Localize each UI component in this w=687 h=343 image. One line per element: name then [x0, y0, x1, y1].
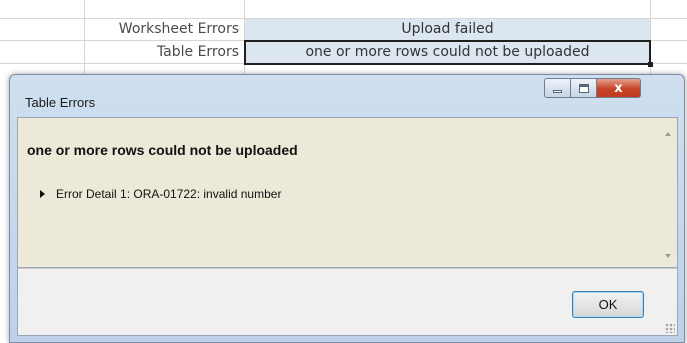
- resize-grip-icon[interactable]: [665, 323, 675, 333]
- vertical-scrollbar[interactable]: [660, 118, 677, 267]
- fill-handle[interactable]: [648, 62, 653, 67]
- minimize-icon: [553, 90, 562, 93]
- table-errors-value[interactable]: one or more rows could not be uploaded: [244, 40, 651, 65]
- error-detail-item[interactable]: Error Detail 1: ORA-01722: invalid numbe…: [56, 187, 281, 201]
- dialog-titlebar[interactable]: Table Errors x: [10, 75, 684, 117]
- ok-button[interactable]: OK: [572, 291, 644, 318]
- minimize-button[interactable]: [544, 78, 571, 98]
- close-button[interactable]: x: [597, 78, 641, 98]
- dialog-footer: OK: [17, 268, 678, 336]
- expand-arrow-icon[interactable]: [40, 190, 45, 198]
- error-message: one or more rows could not be uploaded: [27, 142, 298, 158]
- scroll-up-icon[interactable]: [665, 132, 671, 136]
- table-errors-dialog: Table Errors x one or more rows could no…: [9, 74, 685, 343]
- message-panel: one or more rows could not be uploaded E…: [17, 117, 678, 268]
- maximize-icon: [578, 83, 589, 93]
- close-icon: x: [614, 80, 623, 96]
- scroll-down-icon[interactable]: [665, 254, 671, 258]
- worksheet-errors-label[interactable]: Worksheet Errors: [86, 19, 239, 40]
- dialog-title: Table Errors: [25, 95, 96, 110]
- maximize-button[interactable]: [571, 78, 597, 98]
- grid-line: [84, 0, 85, 74]
- table-errors-label[interactable]: Table Errors: [86, 41, 239, 63]
- worksheet-errors-value[interactable]: Upload failed: [245, 19, 650, 40]
